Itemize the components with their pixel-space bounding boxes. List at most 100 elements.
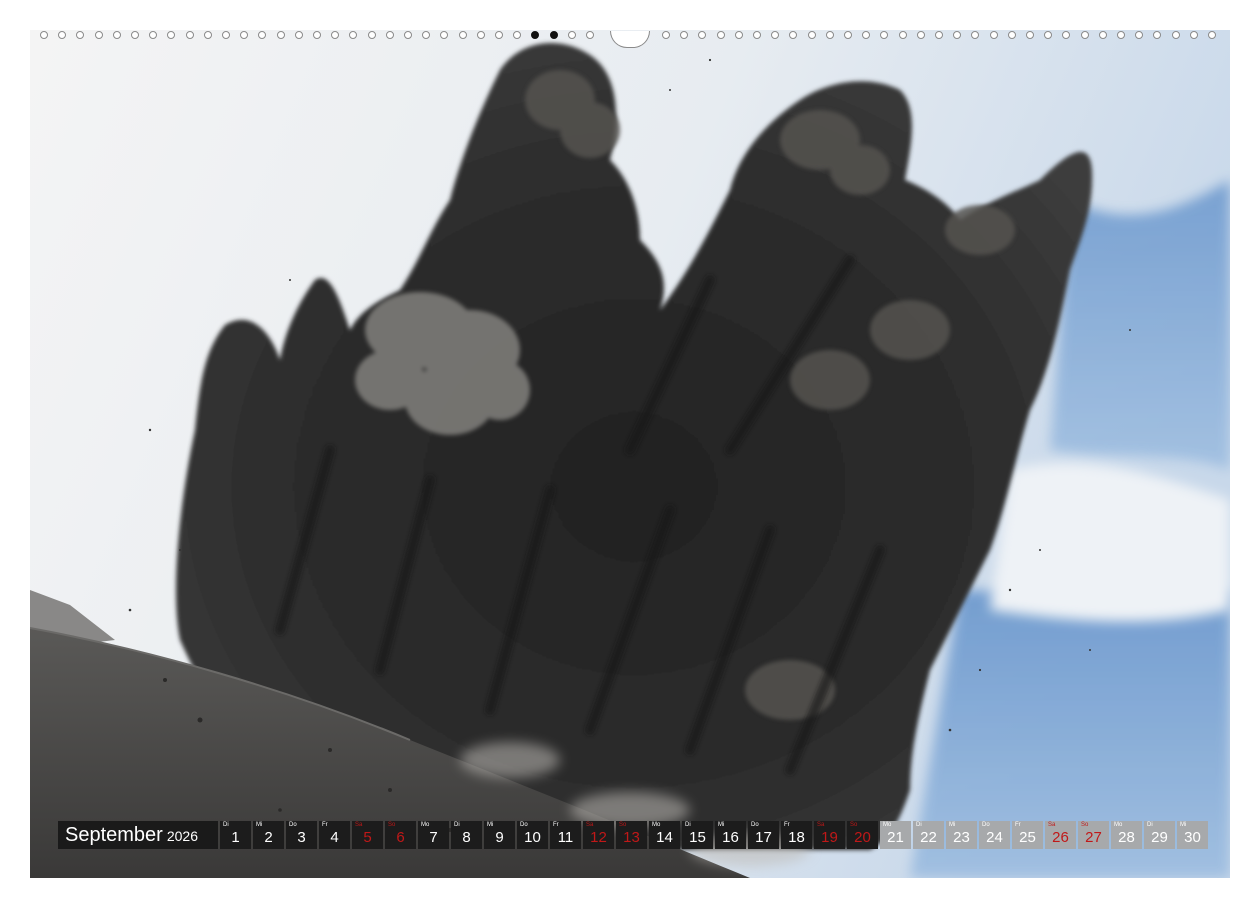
- day-number: 18: [788, 829, 805, 846]
- binding-ring: [662, 31, 670, 39]
- day-number: 21: [887, 829, 904, 846]
- binding-ring: [771, 31, 780, 39]
- binding-ring: [953, 31, 962, 39]
- binding-ring: [112, 31, 121, 39]
- weekday-label: Fr: [784, 822, 790, 828]
- month-name: September: [65, 824, 163, 846]
- binding-ring: [349, 31, 358, 39]
- binding-ring: [476, 31, 485, 39]
- binding-ring: [513, 31, 522, 39]
- day-cell: Sa 19: [814, 821, 845, 849]
- weekday-label: Mi: [718, 822, 725, 828]
- weekday-label: Mi: [256, 822, 263, 828]
- weekday-label: Mi: [1180, 822, 1187, 828]
- binding-ring: [240, 31, 249, 39]
- weekday-label: So: [1081, 822, 1089, 828]
- calendar-strip: September 2026 Di 1 Mi 2 Do 3 Fr 4 Sa 5 So 6 Mo 7 Di 8 M…: [58, 821, 1210, 849]
- binding-ring: [131, 31, 139, 39]
- month-label: September 2026: [58, 821, 218, 849]
- binding-ring: [167, 31, 176, 39]
- day-cell: Mo 14: [649, 821, 680, 849]
- day-number: 25: [1019, 829, 1036, 846]
- day-cell: Mo 28: [1111, 821, 1142, 849]
- weekday-label: So: [619, 822, 627, 828]
- weekday-label: Mo: [421, 822, 430, 828]
- binding-ring: [76, 31, 85, 39]
- day-cells: Di 1 Mi 2 Do 3 Fr 4 Sa 5 So 6 Mo 7 Di 8 Mi 9 Do 10 Fr 11 Sa 12 S…: [220, 821, 1210, 849]
- weekday-label: Fr: [322, 822, 328, 828]
- binding-ring: [294, 31, 303, 39]
- binding-ring: [698, 31, 707, 39]
- day-cell: So 20: [847, 821, 878, 849]
- binding-ring: [789, 31, 798, 39]
- day-cell: Mi 2: [253, 821, 284, 849]
- day-cell: Mo 21: [880, 821, 911, 849]
- weekday-label: Sa: [586, 822, 594, 828]
- binding-ring: [149, 31, 158, 39]
- day-cell: Fr 11: [550, 821, 581, 849]
- binding-ring: [1171, 31, 1180, 39]
- day-number: 26: [1052, 829, 1069, 846]
- binding-ring: [807, 31, 816, 39]
- binding-ring: [549, 31, 558, 39]
- binding-ring: [880, 31, 889, 39]
- binding-ring: [1135, 31, 1144, 39]
- day-cell: Di 15: [682, 821, 713, 849]
- day-number: 2: [264, 829, 273, 846]
- binding-ring: [1062, 31, 1071, 39]
- weekday-label: Sa: [355, 822, 363, 828]
- binding-ring: [916, 31, 925, 39]
- day-number: 30: [1184, 829, 1201, 846]
- binding-ring: [825, 31, 834, 39]
- day-cell: So 13: [616, 821, 647, 849]
- volcano-photo: [30, 30, 1230, 878]
- day-number: 23: [953, 829, 970, 846]
- binding-ring: [94, 31, 103, 39]
- day-number: 14: [656, 829, 673, 846]
- day-number: 11: [557, 829, 574, 846]
- weekday-label: Mo: [652, 822, 661, 828]
- day-cell: Sa 26: [1045, 821, 1076, 849]
- day-number: 7: [429, 829, 438, 846]
- weekday-label: Do: [289, 822, 297, 828]
- binding-ring: [898, 31, 907, 39]
- day-number: 20: [854, 829, 871, 846]
- weekday-label: Mo: [1114, 822, 1123, 828]
- day-number: 5: [363, 829, 372, 846]
- binding-ring: [203, 31, 212, 39]
- weekday-label: Di: [223, 822, 229, 828]
- binding-ring: [331, 31, 340, 39]
- weekday-label: Mi: [949, 822, 956, 828]
- binding-ring: [276, 31, 285, 39]
- binding-ring: [367, 31, 376, 39]
- day-number: 17: [755, 829, 772, 846]
- weekday-label: Sa: [1048, 822, 1056, 828]
- binding-ring: [531, 31, 540, 39]
- day-cell: Mi 16: [715, 821, 746, 849]
- binding-ring: [1153, 31, 1162, 39]
- weekday-label: Fr: [1015, 822, 1021, 828]
- day-cell: Sa 12: [583, 821, 614, 849]
- day-number: 9: [495, 829, 504, 846]
- day-number: 19: [821, 829, 838, 846]
- day-cell: Di 8: [451, 821, 482, 849]
- weekday-label: Do: [751, 822, 759, 828]
- day-cell: Do 10: [517, 821, 548, 849]
- day-number: 22: [920, 829, 937, 846]
- day-number: 28: [1118, 829, 1135, 846]
- weekday-label: So: [388, 822, 396, 828]
- binding-ring: [935, 31, 943, 39]
- weekday-label: Fr: [553, 822, 559, 828]
- eruption-image: [30, 30, 1230, 878]
- binding-ring: [567, 31, 576, 39]
- binding-ring: [1080, 31, 1089, 39]
- binding-ring: [222, 31, 230, 39]
- weekday-label: Di: [685, 822, 691, 828]
- binding-ring: [1044, 31, 1053, 39]
- binding-ring: [422, 31, 431, 39]
- day-number: 15: [689, 829, 706, 846]
- weekday-label: Di: [1147, 822, 1153, 828]
- day-cell: Di 22: [913, 821, 944, 849]
- day-cell: Sa 5: [352, 821, 383, 849]
- binding-ring: [1026, 31, 1034, 39]
